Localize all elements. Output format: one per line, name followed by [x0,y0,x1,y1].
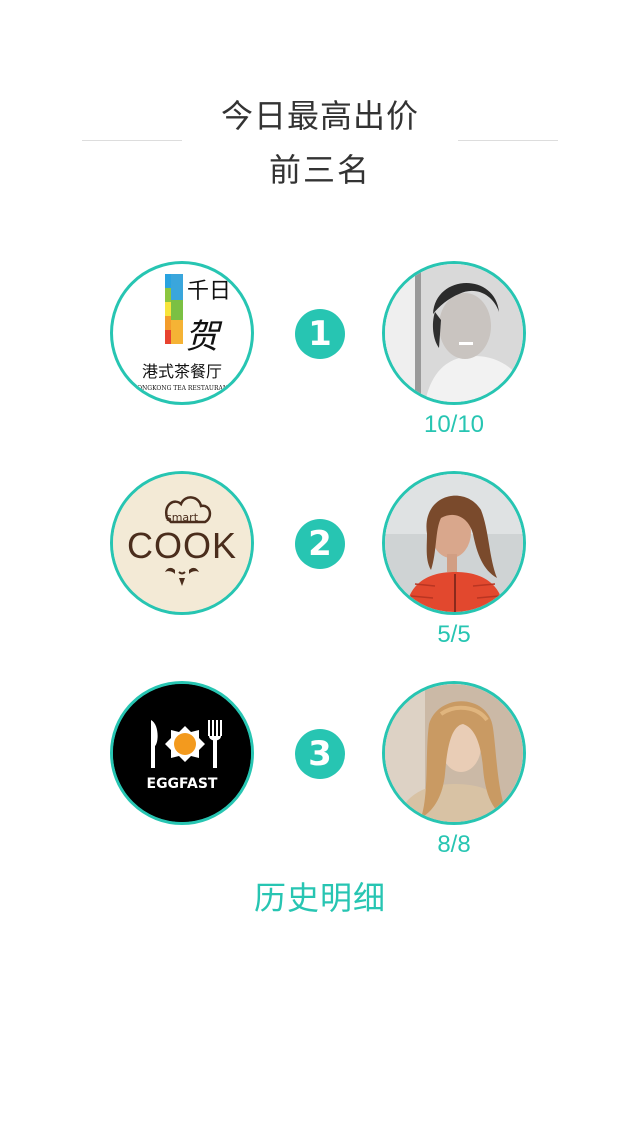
ranking-row-1: 千日 贺 港式茶餐厅 HONGKONG TEA RESTAURANT 1 10/… [0,261,640,461]
svg-text:贺: 贺 [185,317,223,357]
restaurant-logo-smartcook[interactable]: smart COOK [110,471,254,615]
rank-badge-1: 1 [295,309,345,359]
logo-text-top: 千日 [187,279,231,304]
logo-text: EGGFAST [147,776,218,792]
score-2: 5/5 [437,621,471,648]
user-avatar-female-blonde-icon [385,684,523,822]
score-3: 8/8 [437,831,471,858]
smart-cook-logo-icon: smart COOK [113,474,251,612]
page-title: 今日最高出价 [220,97,419,135]
restaurant-logo-qianrihe[interactable]: 千日 贺 港式茶餐厅 HONGKONG TEA RESTAURANT [110,261,254,405]
ranking-row-2: smart COOK 2 5/5 [0,471,640,671]
divider-left [82,140,182,141]
logo-text-main: COOK [127,525,237,566]
qianrihe-restaurant-logo-icon: 千日 贺 港式茶餐厅 HONGKONG TEA RESTAURANT [132,274,232,392]
user-avatar-2[interactable] [382,471,526,615]
ranking-row-3: EGGFAST 3 8/8 [0,681,640,881]
restaurant-logo-eggfast[interactable]: EGGFAST [110,681,254,825]
divider-right [458,140,558,141]
logo-text-bottom: 港式茶餐厅 [142,362,222,381]
user-avatar-female-red-jacket-icon [385,474,523,612]
user-avatar-1[interactable] [382,261,526,405]
rank-badge-2: 2 [295,519,345,569]
eggfast-logo-icon: EGGFAST [113,684,251,822]
page-subtitle: 前三名 [268,151,371,189]
logo-text-en: HONGKONG TEA RESTAURANT [132,385,232,392]
user-avatar-male-icon [385,264,523,402]
history-detail-link[interactable]: 历史明细 [0,873,640,919]
rank-badge-3: 3 [295,729,345,779]
score-1: 10/10 [423,411,485,438]
user-avatar-3[interactable] [382,681,526,825]
logo-text-small: smart [166,511,199,524]
